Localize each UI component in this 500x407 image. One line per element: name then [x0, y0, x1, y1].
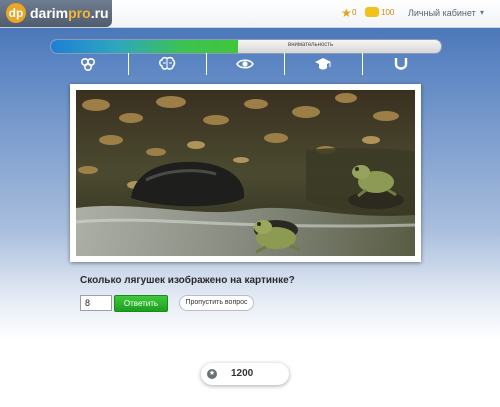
brain-icon: [159, 56, 176, 70]
answer-input[interactable]: [80, 295, 112, 311]
score-value: 1200: [231, 368, 254, 379]
logo-accent: pro: [68, 5, 91, 21]
score-star-icon: ★: [207, 369, 217, 379]
top-bar: dp darimpro.ru ★ 0 100 Личный кабинет ▾: [0, 0, 500, 28]
logo-mark-icon: dp: [6, 3, 26, 23]
stars-count: 0: [352, 8, 357, 17]
chevron-down-icon[interactable]: ▾: [480, 8, 484, 17]
progress-fill: [51, 40, 239, 53]
logo-main: darim: [30, 5, 69, 21]
question-image-card: [70, 84, 421, 262]
frogs-photo: [76, 90, 415, 256]
tab-brain[interactable]: [128, 53, 205, 75]
account-menu-link[interactable]: Личный кабинет: [408, 8, 476, 18]
eye-icon: [236, 59, 254, 69]
star-icon: ★: [341, 6, 352, 20]
score-badge: ★ 1200: [201, 363, 289, 385]
attention-progress-bar: внимательность: [50, 39, 442, 54]
tab-luck[interactable]: [362, 53, 439, 75]
horseshoe-icon: [394, 58, 408, 70]
graduation-cap-icon: [315, 58, 331, 70]
skip-question-button[interactable]: Пропустить вопрос: [179, 295, 254, 311]
question-text: Сколько лягушек изображено на картинке?: [80, 275, 295, 286]
molecule-icon: [80, 57, 96, 72]
logo-text: darimpro.ru: [30, 5, 109, 21]
coins-icon: [365, 7, 379, 17]
progress-label: внимательность: [288, 42, 334, 48]
category-tabs: [50, 53, 440, 75]
tab-molecule[interactable]: [50, 53, 126, 75]
logo-suffix: .ru: [90, 5, 109, 21]
site-logo[interactable]: dp darimpro.ru: [0, 0, 112, 27]
tab-education[interactable]: [284, 53, 361, 75]
coins-count: 100: [381, 8, 395, 17]
answer-button[interactable]: Ответить: [114, 295, 168, 312]
tab-eye[interactable]: [206, 53, 283, 75]
